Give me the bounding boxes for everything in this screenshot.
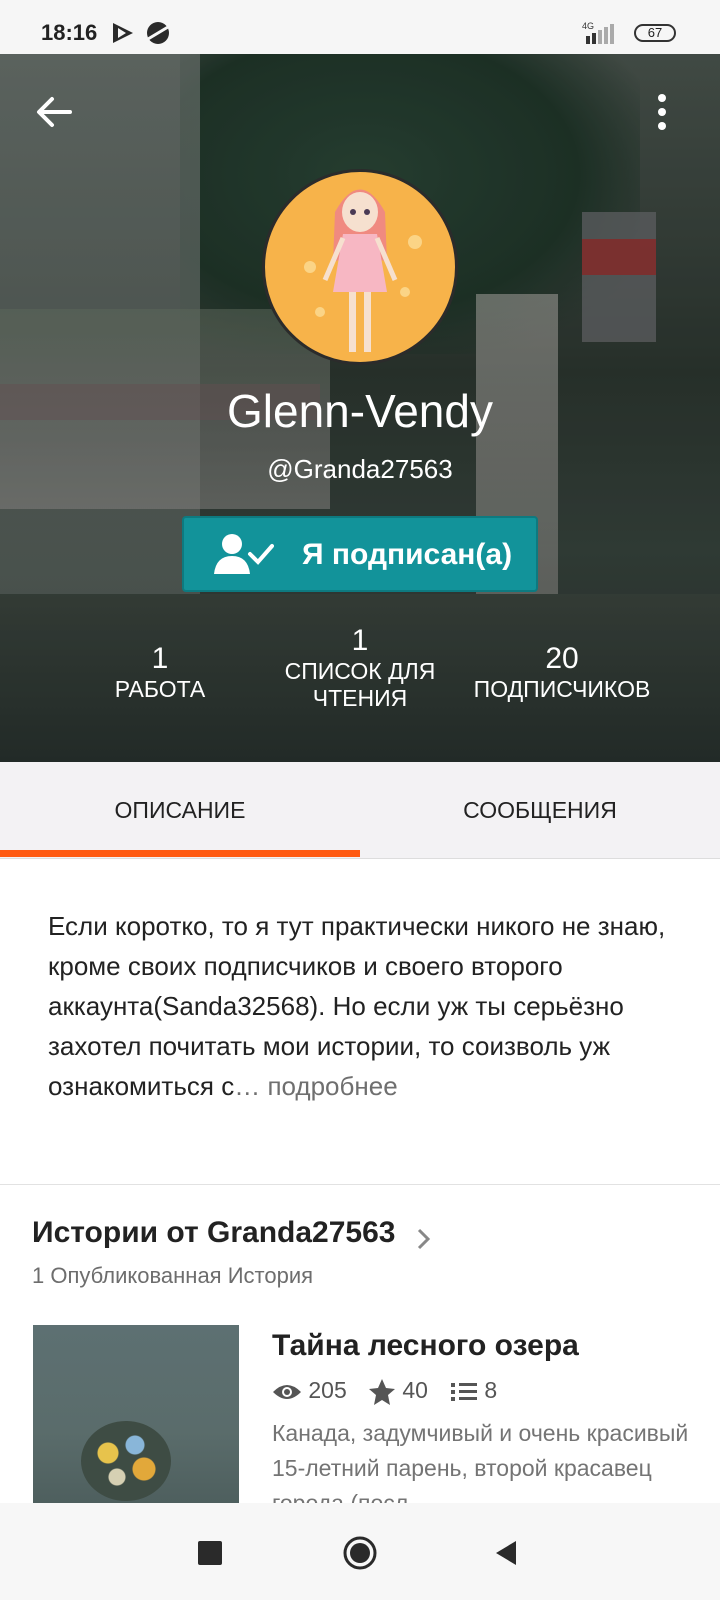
user-check-icon [214,534,274,574]
tab-messages[interactable]: СООБЩЕНИЯ [360,762,720,858]
cover-flowers-image [81,1421,171,1501]
profile-header: Glenn-Vendy @Granda27563 Я подписан(а) 1… [0,54,720,762]
battery-indicator: 67 [634,24,676,42]
svg-text:4G: 4G [582,21,594,31]
section-divider [0,1184,720,1185]
votes-count: 40 [402,1377,428,1403]
signal-icon: 4G [582,21,614,44]
stories-section-title[interactable]: Истории от Granda27563 [32,1216,395,1250]
chevron-right-icon[interactable] [416,1227,432,1251]
parts-stat: 8 [450,1377,497,1404]
story-cover[interactable] [33,1325,239,1503]
play-store-icon [113,23,133,43]
username: @Granda27563 [267,454,453,484]
star-icon [369,1378,395,1405]
stat-followers-count: 20 [545,642,579,675]
system-nav-bar [0,1503,720,1600]
stat-works[interactable]: 1 РАБОТА [95,642,225,703]
votes-stat: 40 [368,1377,428,1406]
story-title[interactable]: Тайна лесного озера [272,1329,579,1363]
read-more-link[interactable]: подробнее [267,1071,397,1101]
display-name: Glenn-Vendy [227,385,493,437]
stat-works-label: РАБОТА [114,676,206,702]
following-button[interactable]: Я подписан(а) [182,516,538,592]
following-button-label: Я подписан(а) [302,538,513,571]
status-bar: 18:16 4G 67 [0,0,720,54]
status-time: 18:16 [41,20,98,45]
triangle-back-icon[interactable] [494,1539,518,1567]
stat-followers[interactable]: 20 ПОДПИСЧИКОВ [462,642,662,703]
stat-reading-lists-label-line2: ЧТЕНИЯ [312,685,408,711]
parts-count: 8 [484,1377,498,1403]
eye-icon [273,1384,301,1399]
avatar-girl-image [304,189,422,352]
avatar[interactable] [262,169,458,365]
description-ellipsis: … [234,1071,261,1101]
profile-tabs: ОПИСАНИЕ СООБЩЕНИЯ [0,762,720,859]
stat-reading-lists[interactable]: 1 СПИСОК ДЛЯ ЧТЕНИЯ [270,624,450,712]
circle-home-icon[interactable] [342,1535,378,1571]
stories-section-subtitle: 1 Опубликованная История [32,1263,314,1288]
profile-description: Если коротко, то я тут практически никог… [48,906,678,1106]
stat-reading-lists-count: 1 [351,624,369,657]
tab-description[interactable]: ОПИСАНИЕ [0,762,360,858]
square-icon[interactable] [198,1541,222,1565]
stat-works-count: 1 [151,642,169,675]
more-vertical-icon[interactable] [650,88,674,136]
active-tab-indicator [0,850,360,857]
planet-icon [147,22,169,44]
arrow-left-icon[interactable] [30,88,78,136]
reads-stat: 205 [272,1377,347,1404]
list-icon [451,1382,477,1401]
stat-reading-lists-label-line1: СПИСОК ДЛЯ [284,658,436,684]
reads-count: 205 [308,1377,347,1403]
stat-followers-label: ПОДПИСЧИКОВ [473,676,651,702]
